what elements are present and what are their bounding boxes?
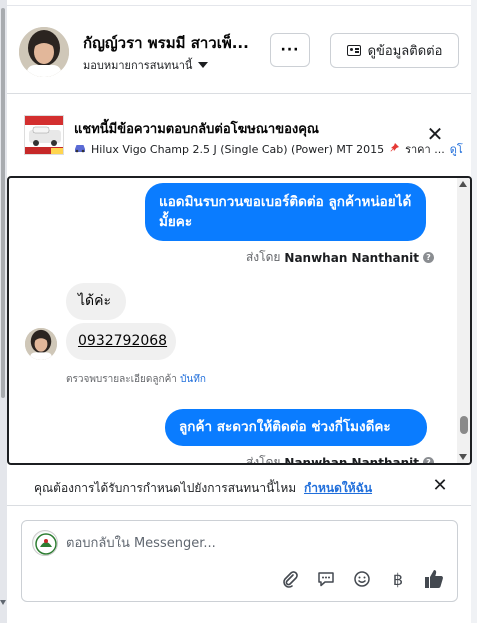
- car-icon: [74, 143, 86, 156]
- scroll-down-icon[interactable]: [459, 454, 467, 460]
- page-avatar: [32, 530, 58, 556]
- save-details-link[interactable]: บันทึก: [180, 374, 206, 385]
- view-contact-info-button[interactable]: ดูข้อมูลติดต่อ: [330, 33, 459, 68]
- left-scrollbar[interactable]: [0, 0, 7, 623]
- scroll-up-icon[interactable]: [459, 181, 467, 187]
- more-icon: ···: [280, 42, 300, 58]
- contact-info-label: ดูข้อมูลติดต่อ: [367, 44, 443, 59]
- ad-product-name: Hilux Vigo Champ 2.5 J (Single Cab) (Pow…: [91, 142, 385, 156]
- message-outgoing: แอดมินรบกวนขอเบอร์ติดต่อ ลูกค้าหน่อยได้ม…: [145, 183, 426, 241]
- payment-icon[interactable]: ฿: [385, 566, 411, 592]
- assign-prompt-text: คุณต้องการได้รับการกำหนดไปยังการสนทนานี้…: [34, 481, 297, 495]
- close-icon[interactable]: ✕: [430, 476, 450, 496]
- conversation-header: กัญญ์วรา พรมมี สาวเพ็... มอบหมายการสนทนา…: [7, 6, 471, 94]
- left-scrollbar-thumb[interactable]: [1, 8, 5, 398]
- help-icon[interactable]: ?: [423, 457, 434, 463]
- thread-scrollbar[interactable]: [457, 178, 470, 463]
- sent-by-prefix: ส่งโดย: [245, 250, 281, 264]
- sent-by-prefix: ส่งโดย: [245, 455, 281, 465]
- assign-dropdown[interactable]: มอบหมายการสนทนานี้: [83, 56, 209, 74]
- message-incoming: ได้ค่ะ: [66, 283, 126, 320]
- attachment-icon[interactable]: [277, 566, 303, 592]
- contact-name: กัญญ์วรา พรมมี สาวเพ็...: [83, 34, 249, 52]
- message-incoming-phone[interactable]: 0932792068: [66, 323, 176, 360]
- emoji-icon[interactable]: [349, 566, 375, 592]
- reply-input[interactable]: [66, 530, 446, 556]
- assign-prompt: คุณต้องการได้รับการกำหนดไปยังการสนทนานี้…: [34, 479, 372, 498]
- ad-context-banner: แชทนี้มีข้อความตอบกลับต่อโฆษณาของคุณ Hil…: [7, 95, 471, 173]
- assign-to-me-banner: คุณต้องการได้รับการกำหนดไปยังการสนทนานี้…: [7, 468, 471, 506]
- saved-reply-icon[interactable]: [313, 566, 339, 592]
- sent-by-name: Nanwhan Nanthanit: [284, 250, 419, 265]
- ad-thumbnail[interactable]: [24, 115, 64, 155]
- ad-subtitle: Hilux Vigo Champ 2.5 J (Single Cab) (Pow…: [74, 140, 474, 158]
- message-outgoing: ลูกค้า สะดวกให้ติดต่อ ช่วงกี่โมงดีคะ: [165, 409, 427, 446]
- thumbs-up-icon[interactable]: [421, 566, 447, 592]
- assign-label: มอบหมายการสนทนานี้: [83, 59, 193, 72]
- thread-scrollbar-thumb[interactable]: [460, 416, 468, 434]
- details-text: ตรวจพบรายละเอียดลูกค้า: [66, 374, 177, 385]
- composer-toolbar: ฿: [277, 566, 447, 592]
- message-composer: ฿: [21, 520, 458, 602]
- caret-down-icon: [198, 62, 209, 68]
- left-scroll-down-icon[interactable]: [0, 600, 6, 605]
- contact-card-icon: [346, 45, 361, 56]
- more-options-button[interactable]: ···: [270, 33, 310, 67]
- message-thread[interactable]: แอดมินรบกวนขอเบอร์ติดต่อ ลูกค้าหน่อยได้ม…: [7, 176, 472, 465]
- help-icon[interactable]: ?: [423, 252, 434, 263]
- avatar[interactable]: [19, 27, 69, 77]
- ad-view-link[interactable]: ดูโ: [450, 140, 463, 158]
- assign-to-me-link[interactable]: กำหนดให้ฉัน: [304, 481, 372, 495]
- ad-title: แชทนี้มีข้อความตอบกลับต่อโฆษณาของคุณ: [74, 122, 319, 137]
- sender-avatar: [25, 328, 57, 360]
- close-icon[interactable]: ✕: [425, 124, 445, 144]
- sent-by-label: ส่งโดย Nanwhan Nanthanit ?: [246, 248, 434, 267]
- sent-by-label: ส่งโดย Nanwhan Nanthanit ?: [245, 453, 434, 465]
- pin-icon: [389, 142, 400, 156]
- sent-by-name: Nanwhan Nanthanit: [284, 455, 419, 465]
- customer-details-detected: ตรวจพบรายละเอียดลูกค้า บันทึก: [66, 372, 206, 387]
